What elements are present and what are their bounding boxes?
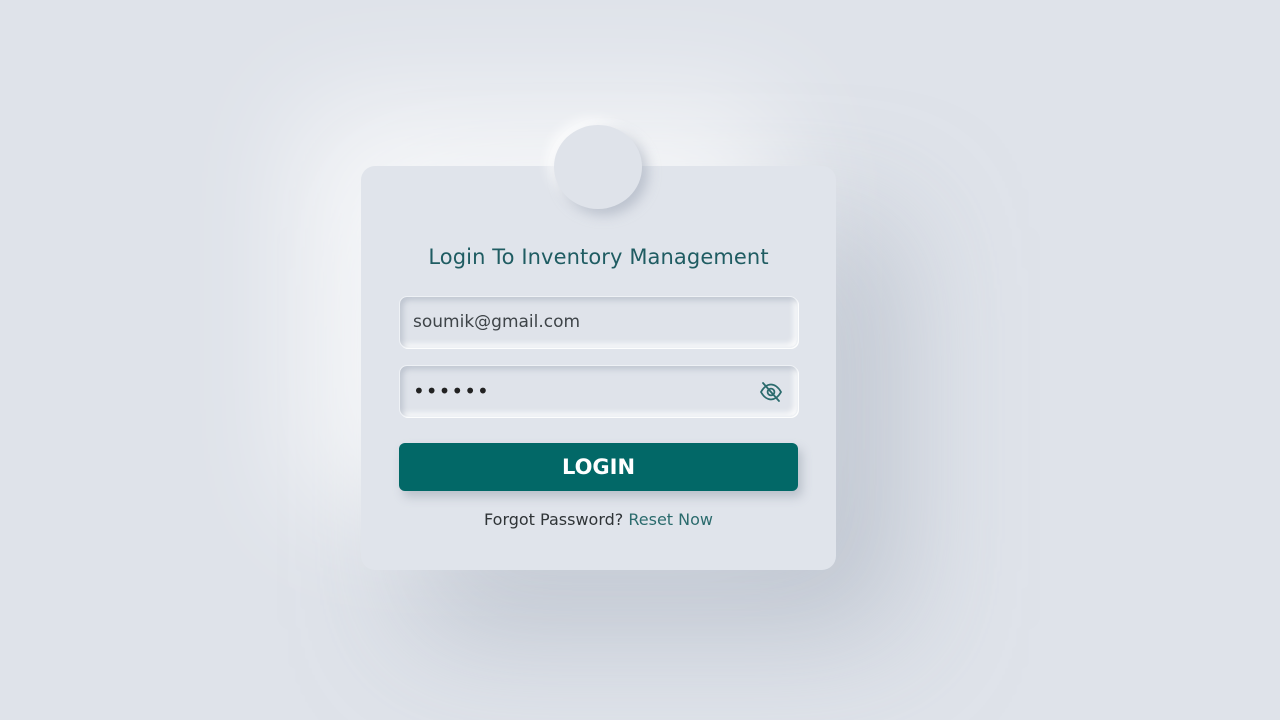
password-value[interactable]: •••••• [413,366,490,416]
email-value[interactable]: soumik@gmail.com [413,297,580,347]
forgot-password-row: Forgot Password? Reset Now [361,510,836,529]
reset-now-link[interactable]: Reset Now [628,510,713,529]
email-field[interactable]: soumik@gmail.com [399,296,798,348]
login-card: Login To Inventory Management soumik@gma… [361,125,836,570]
login-button[interactable]: LOGIN [399,443,798,491]
forgot-password-text: Forgot Password? [484,510,624,529]
login-title: Login To Inventory Management [428,245,769,269]
password-field[interactable]: •••••• [399,365,798,417]
avatar [554,125,642,209]
eye-slash-icon[interactable] [759,381,783,403]
